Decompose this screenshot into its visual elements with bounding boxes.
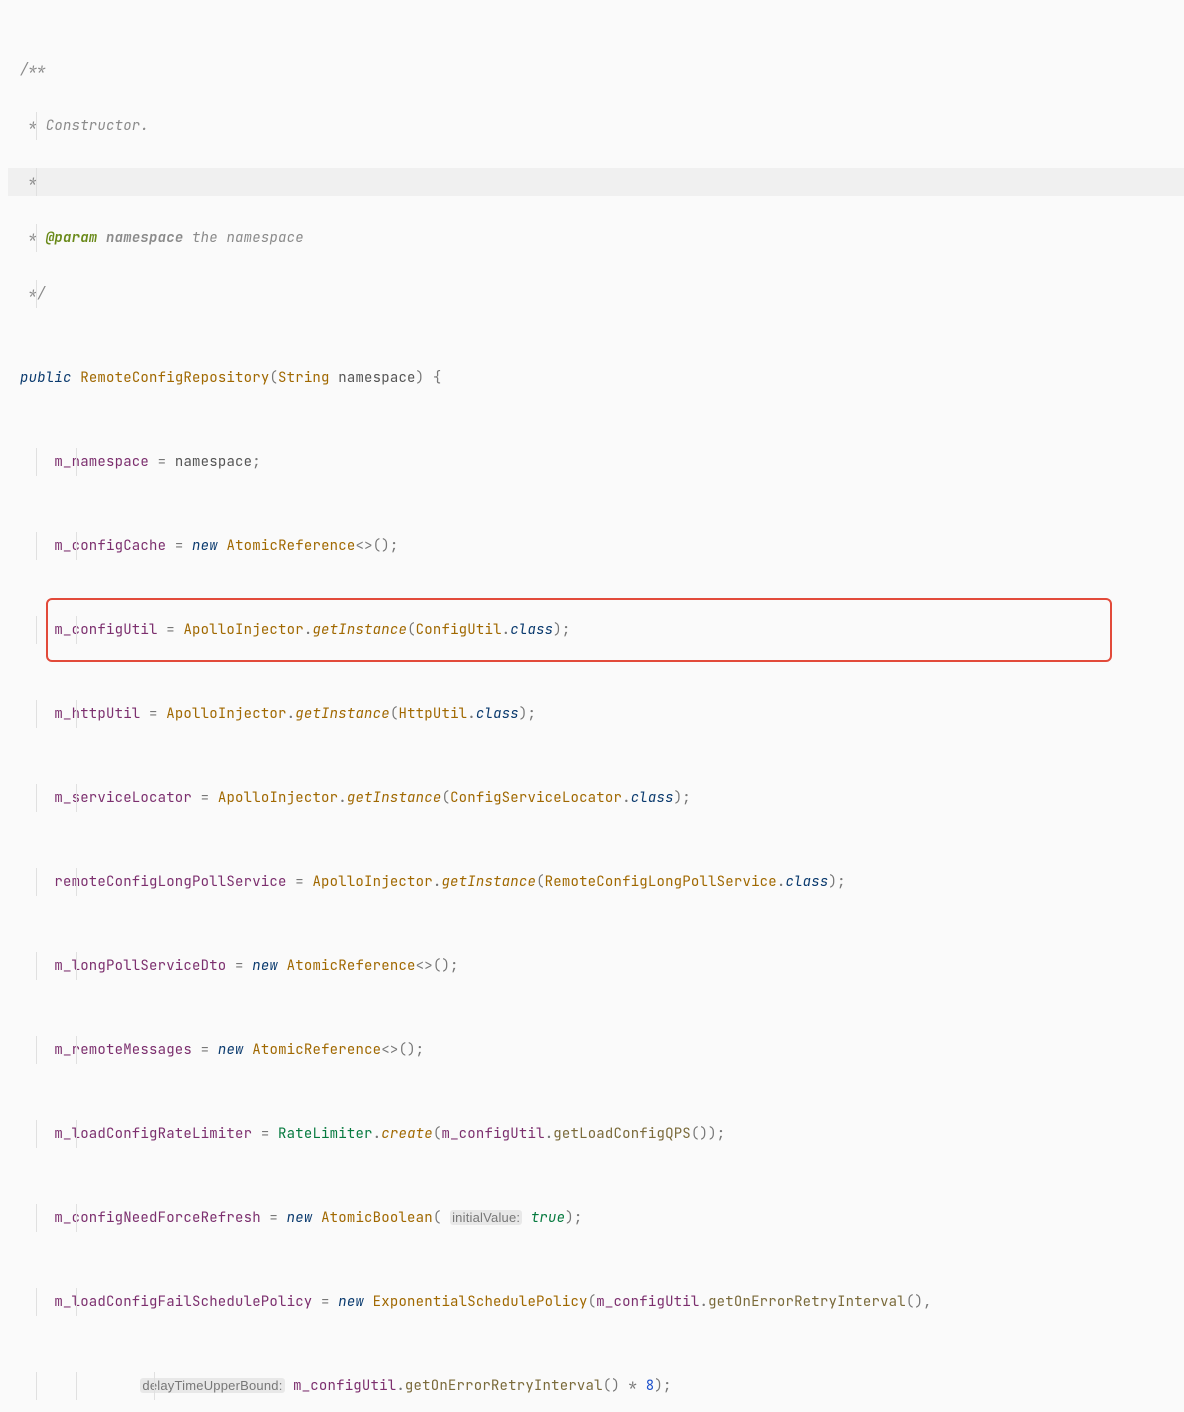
doc-line: * Constructor. — [8, 112, 1184, 140]
doc-blank: * — [8, 168, 1184, 196]
assign-servicelocator: m_serviceLocator = ApolloInjector.getIns… — [8, 784, 1184, 812]
doc-open: /** — [8, 56, 1184, 84]
method-signature: public RemoteConfigRepository(String nam… — [8, 364, 1184, 392]
assign-forcerefresh: m_configNeedForceRefresh = new AtomicBoo… — [8, 1204, 1184, 1232]
assign-httputil: m_httpUtil = ApolloInjector.getInstance(… — [8, 700, 1184, 728]
assign-ratelimiter: m_loadConfigRateLimiter = RateLimiter.cr… — [8, 1120, 1184, 1148]
doc-param: * @param namespace the namespace — [8, 224, 1184, 252]
assign-remotemessages: m_remoteMessages = new AtomicReference<>… — [8, 1036, 1184, 1064]
assign-namespace: m_namespace = namespace; — [8, 448, 1184, 476]
assign-failpolicy-cont: delayTimeUpperBound: m_configUtil.getOnE… — [8, 1372, 1184, 1400]
assign-configcache: m_configCache = new AtomicReference<>(); — [8, 532, 1184, 560]
assign-configutil: m_configUtil = ApolloInjector.getInstanc… — [8, 616, 1184, 644]
assign-longpollservice: remoteConfigLongPollService = ApolloInje… — [8, 868, 1184, 896]
param-hint: initialValue: — [450, 1210, 522, 1225]
assign-failpolicy: m_loadConfigFailSchedulePolicy = new Exp… — [8, 1288, 1184, 1316]
param-hint: delayTimeUpperBound: — [140, 1378, 284, 1393]
assign-longpolldto: m_longPollServiceDto = new AtomicReferen… — [8, 952, 1184, 980]
doc-close: */ — [8, 280, 1184, 308]
code-editor: /** * Constructor. * * @param namespace … — [0, 0, 1184, 1412]
